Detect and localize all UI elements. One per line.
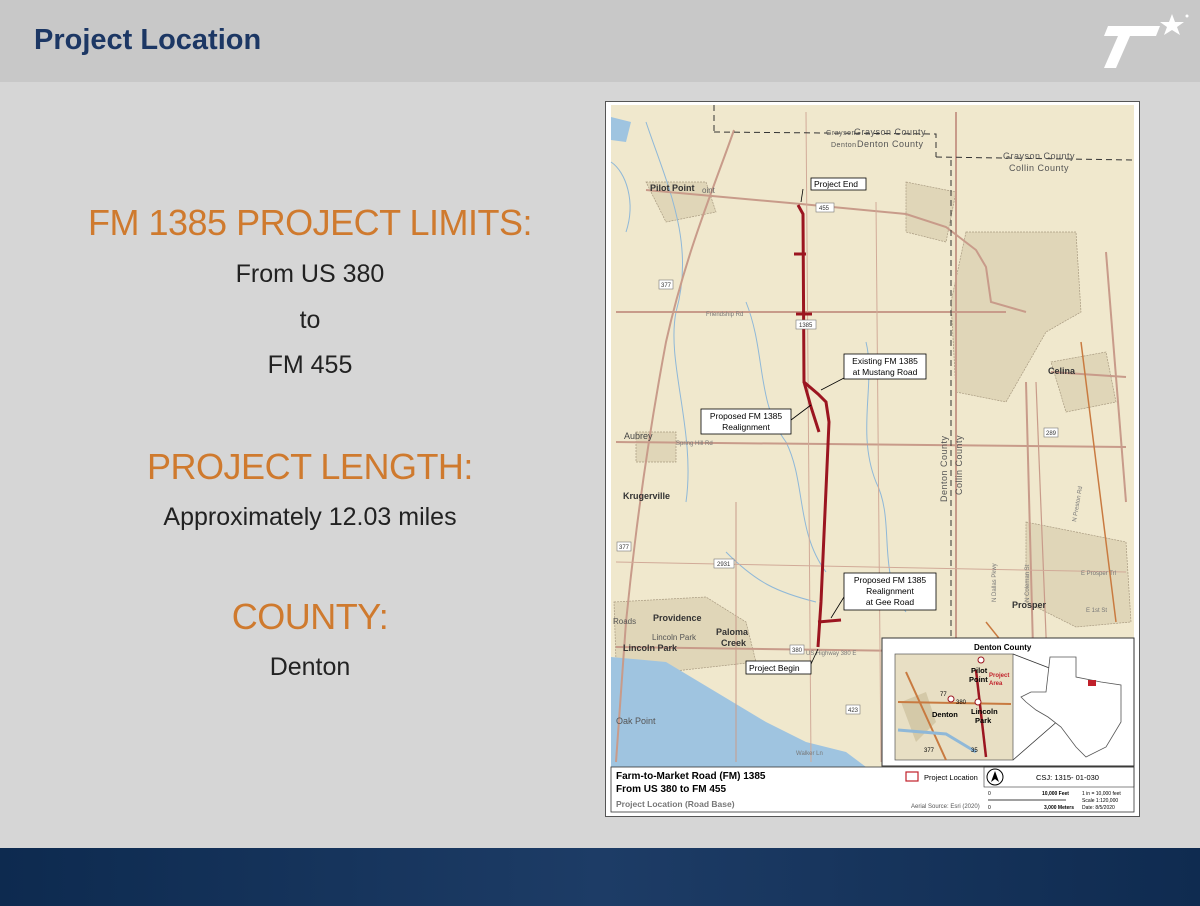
place-aubrey: Aubrey [624,431,653,441]
road-prosper-trl: E Prosper Trl [1081,571,1116,577]
callout-existing-1: Existing FM 1385 [852,356,918,366]
scale-meters: 3,000 Meters [1044,805,1074,811]
road-1st-st: E 1st St [1086,608,1107,614]
county-value: Denton [269,653,351,681]
callout-existing-2: at Mustang Road [853,367,918,377]
place-providence: Providence [653,613,702,623]
legend-aerial-source: Aerial Source: Esri (2020) [911,804,980,810]
callout-proposed2-3: at Gee Road [866,597,914,607]
shield-423: 423 [848,708,859,714]
collin-county-v-label: Collin County [954,435,964,495]
legend-line3: Project Location (Road Base) [616,799,735,809]
road-coleman: N Coleman St [1025,564,1031,602]
grayson-county-label: Grayson County [854,127,926,137]
scale-feet-zero: 0 [988,791,991,797]
length-heading: PROJECT LENGTH: [147,446,473,487]
inset-s380: 380 [956,700,967,706]
scale-feet: 10,000 Feet [1042,791,1069,797]
callout-proposed2-2: Realignment [866,586,914,596]
place-pilot-point: Pilot Point [650,183,695,193]
slide-title: Project Location [34,24,262,56]
legend-project-location: Project Location [924,773,978,782]
place-oak-point: Oak Point [616,716,656,726]
road-spring-hill: Spring Hill Rd [676,441,713,447]
scale-fraction: Scale 1:120,000 [1082,798,1118,804]
callout-proposed2-1: Proposed FM 1385 [854,575,927,585]
road-friendship: Friendship Rd [706,312,743,318]
road-walker: Walker Ln [796,751,823,757]
place-pilot-point-suffix: oint [702,186,716,195]
inset-denton: Denton [932,710,958,719]
county-heading: COUNTY: [231,596,389,637]
grayson-county-r-label: Grayson County [1003,151,1075,161]
inset-lincoln: Lincoln [971,707,998,716]
txdot-logo [1104,14,1189,68]
place-lincoln-park: Lincoln Park [623,643,678,653]
limits-heading: FM 1385 PROJECT LIMITS: [88,202,532,243]
callout-proposed1-1: Proposed FM 1385 [710,411,783,421]
collin-county-r-label: Collin County [1009,163,1069,173]
place-paloma: Paloma [716,627,749,637]
limits-to: to [299,306,321,334]
inset-s77: 77 [940,692,947,698]
scale-meters-zero: 0 [988,805,991,811]
place-lincoln-park-small: Lincoln Park [652,633,697,642]
shield-455: 455 [819,206,830,212]
callout-project-begin: Project Begin [749,663,800,673]
limits-end: FM 455 [267,351,353,379]
road-dallas-pkwy: N Dallas Pkwy [992,563,998,602]
place-krugerville: Krugerville [623,491,670,501]
inset-park: Park [975,716,992,725]
shield-377b: 377 [619,545,630,551]
denton-county-label: Denton County [857,139,924,149]
legend-csj: CSJ: 1315- 01-030 [1036,773,1099,782]
inset-title: Denton County [974,643,1032,652]
scale-ratio: 1 in = 10,000 feet [1082,791,1121,797]
inset-pilot: Pilot [971,666,988,675]
legend-date: Date: 8/5/2020 [1082,805,1115,811]
map-legend: Farm-to-Market Road (FM) 1385 From US 38… [610,766,1135,813]
shield-289: 289 [1046,431,1057,437]
shield-380: 380 [792,648,803,654]
inset-area: Area [989,681,1003,687]
callout-proposed1-2: Realignment [722,422,770,432]
slide-footer-band [0,848,1200,906]
denton-county-v-label: Denton County [939,435,949,502]
shield-377a: 377 [661,283,672,289]
shield-1385: 1385 [799,323,813,329]
inset-project: Project [989,673,1009,679]
inset-s377: 377 [924,748,935,754]
grayson-small-label: Grayson [826,130,856,137]
project-location-map: Grayson Grayson County Denton Denton Cou… [605,101,1140,817]
legend-line1: Farm-to-Market Road (FM) 1385 [616,771,766,782]
place-roads: Roads [613,617,636,626]
road-us-380: US Highway 380 E [806,651,856,657]
callout-project-end: Project End [814,179,858,189]
place-creek: Creek [721,638,747,648]
shield-2931: 2931 [717,562,731,568]
slide-header: Project Location [0,0,1200,82]
inset-map: Denton County Pilot Point Denton Lincoln… [881,637,1135,767]
length-value: Approximately 12.03 miles [163,503,457,531]
legend-line2: From US 380 to FM 455 [616,784,726,795]
limits-from: From US 380 [235,260,385,288]
inset-point: Point [969,675,988,684]
inset-s35: 35 [971,748,978,754]
place-celina: Celina [1048,366,1076,376]
denton-small-label: Denton [831,142,857,149]
